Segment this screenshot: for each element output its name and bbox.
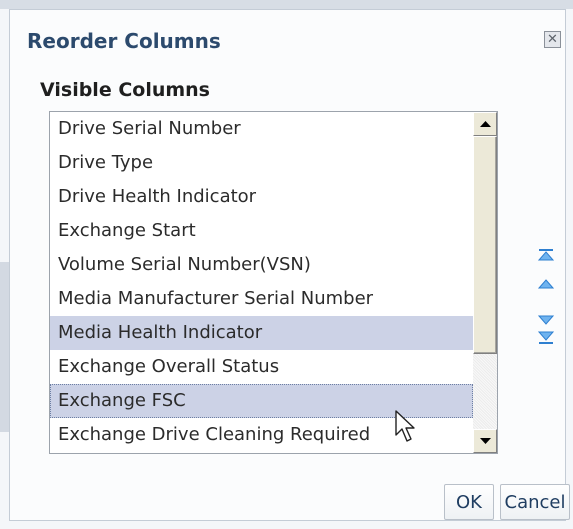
list-item-selected[interactable]: Media Health Indicator [50, 316, 473, 350]
move-down-icon[interactable] [538, 313, 554, 327]
list-item[interactable]: Volume Serial Number(VSN) [50, 248, 473, 282]
list-item[interactable]: Drive Serial Number [50, 112, 473, 146]
list-item[interactable]: Media Manufacturer Serial Number [50, 282, 473, 316]
list-item[interactable]: Drive Health Indicator [50, 180, 473, 214]
move-to-top-icon[interactable] [538, 248, 554, 262]
cancel-button[interactable]: Cancel [500, 484, 570, 520]
move-down-glyph [538, 315, 554, 325]
mouse-pointer-icon [395, 410, 415, 442]
move-to-bottom-icon[interactable] [538, 331, 554, 345]
move-to-top-glyph [538, 249, 554, 261]
scroll-down-arrow-icon [479, 437, 491, 444]
list-item[interactable]: Drive Type [50, 146, 473, 180]
column-list: Drive Serial Number Drive Type Drive Hea… [50, 112, 473, 452]
move-up-glyph [538, 279, 554, 289]
close-icon[interactable]: ✕ [544, 31, 561, 48]
visible-columns-label: Visible Columns [40, 79, 210, 101]
visible-columns-listbox[interactable]: Drive Serial Number Drive Type Drive Hea… [49, 111, 498, 454]
ok-button[interactable]: OK [444, 484, 494, 520]
scroll-up-arrow-icon [479, 120, 491, 127]
scrollbar-thumb[interactable] [473, 136, 497, 354]
move-to-bottom-glyph [538, 331, 554, 344]
move-up-icon[interactable] [538, 277, 554, 291]
background-panel-edge [0, 262, 9, 432]
list-item[interactable]: Exchange Overall Status [50, 350, 473, 384]
scroll-up-button[interactable] [473, 112, 497, 136]
dialog-title: Reorder Columns [27, 29, 221, 53]
background-toolbar-strip [0, 0, 573, 9]
list-item[interactable]: Exchange Start [50, 214, 473, 248]
scroll-down-button[interactable] [473, 429, 497, 453]
vertical-scrollbar[interactable] [473, 112, 497, 453]
